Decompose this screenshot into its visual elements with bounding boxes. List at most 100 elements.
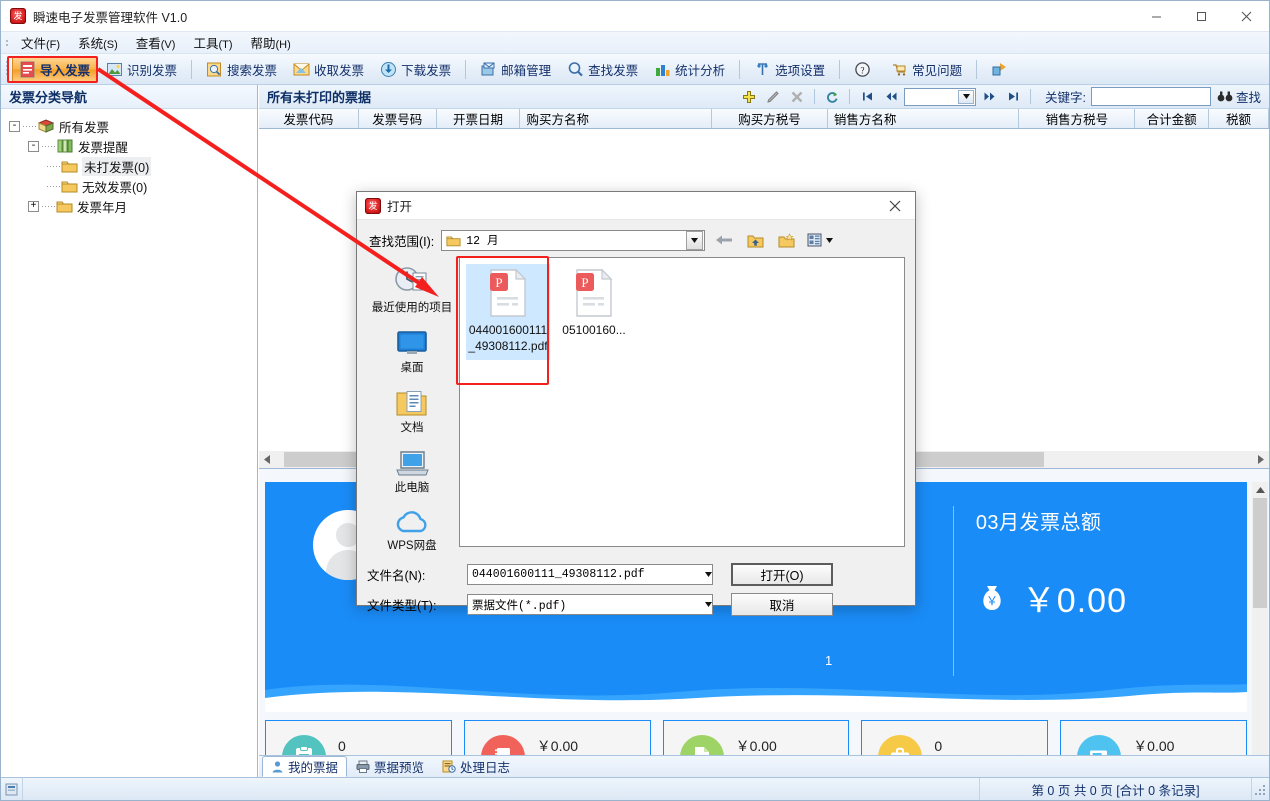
close-button[interactable] [1224, 1, 1269, 32]
column-header-invoice-code[interactable]: 发票代码 [259, 109, 359, 128]
toolbar-receive-invoice[interactable]: 收取发票 [286, 56, 371, 83]
scroll-left-button[interactable] [259, 451, 276, 468]
dialog-file-list[interactable]: P 044001600111_49308112.pdf P 05100160..… [459, 257, 905, 547]
column-header-buyer-name[interactable]: 购买方名称 [520, 109, 713, 128]
look-in-row: 查找范围(I): 12 月 [357, 220, 915, 257]
tree-node-invoice-reminder[interactable]: - 发票提醒 [5, 136, 253, 156]
toolbar-options[interactable]: 选项设置 [747, 56, 832, 83]
user-icon [272, 761, 283, 773]
expander-all-invoices[interactable]: - [9, 120, 20, 132]
column-header-buyer-tax-id[interactable]: 购买方税号 [712, 109, 828, 128]
filetype-combo-arrow[interactable] [705, 598, 712, 611]
card-value: ￥0.00 [735, 737, 777, 754]
place-recent-items[interactable]: 最近使用的项目 [368, 265, 456, 315]
filetype-value: 票据文件(*.pdf) [472, 599, 567, 613]
dialog-close-button[interactable] [875, 192, 915, 220]
look-in-combo-arrow[interactable] [686, 230, 704, 250]
dialog-footer: 文件名(N): 044001600111_49308112.pdf 打开(O) … [357, 553, 915, 616]
column-header-invoice-number[interactable]: 发票号码 [359, 109, 437, 128]
tree-node-all-invoices[interactable]: - 所有发票 [5, 116, 253, 136]
column-header-seller-name[interactable]: 销售方名称 [828, 109, 1020, 128]
place-documents[interactable]: 文档 [368, 389, 456, 435]
filename-combo-arrow[interactable] [705, 568, 712, 581]
dialog-back-button[interactable] [712, 229, 736, 251]
last-page-icon [1008, 92, 1018, 101]
keyword-input[interactable] [1090, 87, 1211, 106]
chevron-down-icon [826, 237, 834, 243]
expander-invoice-reminder[interactable]: - [28, 140, 39, 152]
tree-label-unprinted-invoices: 未打发票(0) [82, 156, 152, 176]
open-button[interactable]: 打开(O) [731, 563, 833, 586]
edit-record-button[interactable] [762, 87, 784, 107]
filename-combo[interactable]: 044001600111_49308112.pdf [467, 564, 713, 585]
scroll-right-button[interactable] [1252, 451, 1269, 468]
tab-process-log[interactable]: 处理日志 [433, 756, 519, 777]
folder-icon [61, 161, 78, 173]
page-combo-arrow[interactable] [958, 89, 974, 104]
column-header-invoice-date[interactable]: 开票日期 [437, 109, 521, 128]
tree-node-invalid-invoices[interactable]: 无效发票(0) [5, 176, 253, 196]
toolbar-find-invoice[interactable]: 查找发票 [560, 56, 645, 83]
menu-file[interactable]: 文件(F) [12, 31, 69, 54]
file-item-selected[interactable]: P 044001600111_49308112.pdf [466, 264, 550, 360]
menu-help[interactable]: 帮助(H) [242, 31, 300, 54]
toolbar-faq[interactable]: ? [847, 57, 882, 82]
dialog-up-folder-button[interactable] [743, 229, 767, 251]
add-record-button[interactable] [738, 87, 760, 107]
filetype-combo[interactable]: 票据文件(*.pdf) [467, 594, 713, 615]
tab-my-bills[interactable]: 我的票据 [262, 756, 348, 777]
page-number-combo[interactable] [904, 87, 976, 106]
status-app-icon [5, 783, 18, 795]
pdf-file-icon: P [490, 268, 527, 317]
dashboard-vscroll-thumb[interactable] [1253, 498, 1267, 608]
look-in-combo[interactable]: 12 月 [441, 229, 706, 251]
maximize-button[interactable] [1179, 1, 1224, 32]
refresh-button[interactable] [821, 87, 843, 107]
dialog-new-folder-button[interactable] [774, 229, 798, 251]
last-page-button[interactable] [1002, 87, 1024, 107]
import-pdf-icon [20, 61, 35, 77]
resize-grip[interactable] [1252, 782, 1266, 796]
menu-view[interactable]: 查看(V) [127, 31, 185, 54]
find-button[interactable]: 查找 [1213, 86, 1265, 107]
books-icon [57, 139, 73, 153]
column-header-total-amount[interactable]: 合计金额 [1135, 109, 1210, 128]
toolbar-mailbox-management[interactable]: 邮箱管理 [473, 56, 558, 83]
expander-invoice-year-month[interactable]: + [28, 200, 39, 212]
place-this-pc[interactable]: 此电脑 [368, 449, 456, 495]
minimize-button[interactable] [1134, 1, 1179, 32]
toolbar-statistics[interactable]: 统计分析 [647, 56, 732, 83]
tree-node-invoice-year-month[interactable]: + 发票年月 [5, 196, 253, 216]
file-item[interactable]: P 05100160... [552, 264, 636, 360]
dashboard-vertical-scrollbar[interactable] [1252, 482, 1268, 767]
prev-page-button[interactable] [880, 87, 902, 107]
scroll-up-button[interactable] [1252, 482, 1268, 498]
toolbar-import-invoice[interactable]: 导入发票 [12, 55, 98, 83]
column-header-seller-tax-id[interactable]: 销售方税号 [1019, 109, 1136, 128]
toolbar-recognize-invoice[interactable]: 识别发票 [99, 56, 184, 83]
tree-node-unprinted-invoices[interactable]: 未打发票(0) [5, 156, 253, 176]
dashboard-vscroll-track[interactable] [1252, 498, 1268, 751]
menu-system[interactable]: 系统(S) [69, 31, 127, 54]
next-page-button[interactable] [978, 87, 1000, 107]
delete-record-button[interactable] [786, 87, 808, 107]
toolbar-exit[interactable] [984, 57, 1019, 82]
menu-tools[interactable]: 工具(T) [184, 31, 241, 54]
toolbar-search-invoice[interactable]: 搜索发票 [199, 56, 284, 83]
options-icon [757, 62, 768, 75]
place-wps-cloud[interactable]: WPS网盘 [368, 509, 456, 553]
menu-bar: 文件(F) 系统(S) 查看(V) 工具(T) 帮助(H) [1, 32, 1269, 54]
first-page-button[interactable] [856, 87, 878, 107]
toolbar-purchase-label: 常见问题 [912, 63, 963, 78]
tab-bill-preview[interactable]: 票据预览 [347, 756, 433, 777]
main-toolbar: 导入发票 识别发票 搜索发票 收取发票 下载发票 邮箱管理 查找发票 统计分析 … [1, 54, 1269, 85]
column-header-tax-amount[interactable]: 税额 [1209, 109, 1269, 128]
menu-view-label: 查看 [135, 37, 161, 51]
toolbar-download-invoice[interactable]: 下载发票 [373, 56, 458, 83]
place-desktop[interactable]: 桌面 [368, 329, 456, 375]
chevron-right-icon [1258, 455, 1264, 464]
dialog-views-button[interactable] [805, 229, 835, 251]
toolbar-purchase[interactable]: 常见问题 [884, 56, 969, 83]
toolbar-search-invoice-label: 搜索发票 [227, 63, 278, 78]
cancel-button[interactable]: 取消 [731, 593, 833, 616]
